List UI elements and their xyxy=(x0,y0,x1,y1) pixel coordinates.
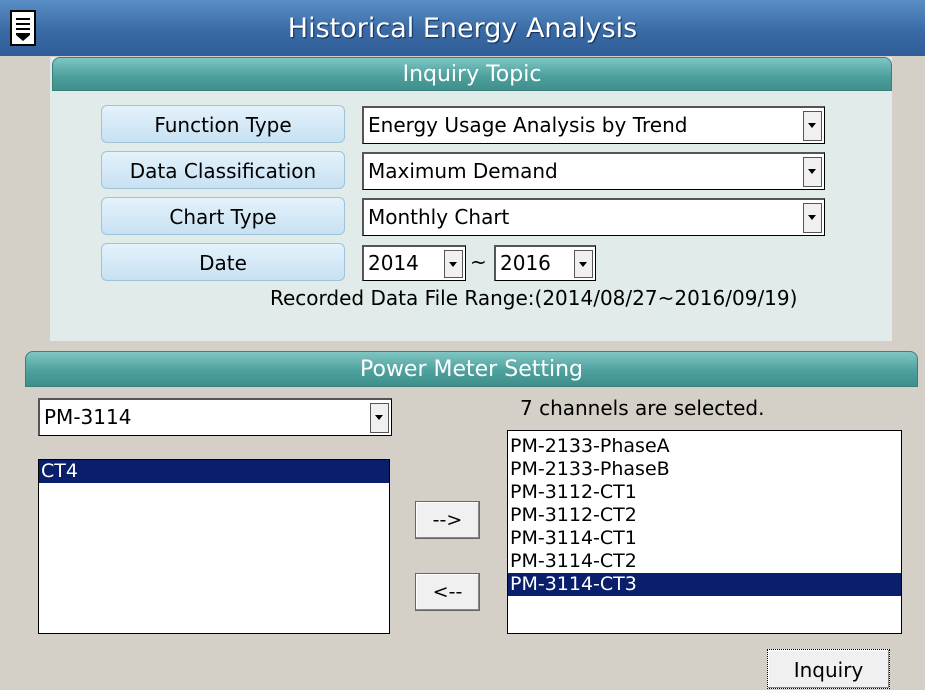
chart-type-value: Monthly Chart xyxy=(368,205,510,229)
selected-count-text: 7 channels are selected. xyxy=(520,396,765,420)
list-item[interactable]: PM-2133-PhaseB xyxy=(508,458,901,481)
list-item[interactable]: PM-3112-CT1 xyxy=(508,481,901,504)
power-meter-select[interactable]: PM-3114 xyxy=(38,398,392,436)
chevron-down-icon[interactable] xyxy=(574,250,593,278)
add-channel-button[interactable]: --> xyxy=(415,501,480,539)
menu-icon[interactable] xyxy=(10,10,36,46)
chevron-down-icon[interactable] xyxy=(803,203,822,233)
date-to-value: 2016 xyxy=(500,251,551,275)
list-item[interactable]: PM-2133-PhaseA xyxy=(508,435,901,458)
chart-type-label: Chart Type xyxy=(101,197,345,235)
function-type-select[interactable]: Energy Usage Analysis by Trend xyxy=(362,106,825,144)
page-title: Historical Energy Analysis xyxy=(287,13,638,44)
list-item[interactable]: CT4 xyxy=(39,460,389,483)
list-item[interactable]: PM-3114-CT2 xyxy=(508,550,901,573)
date-to-select[interactable]: 2016 xyxy=(494,245,596,281)
power-meter-value: PM-3114 xyxy=(44,405,132,429)
data-classification-select[interactable]: Maximum Demand xyxy=(362,152,825,190)
date-label: Date xyxy=(101,243,345,281)
list-item[interactable]: PM-3112-CT2 xyxy=(508,504,901,527)
recorded-data-range: Recorded Data File Range:(2014/08/27~201… xyxy=(270,286,798,310)
function-type-value: Energy Usage Analysis by Trend xyxy=(368,113,688,137)
power-meter-header: Power Meter Setting xyxy=(25,351,918,387)
title-bar: Historical Energy Analysis xyxy=(0,0,925,56)
remove-channel-button[interactable]: <-- xyxy=(415,573,480,611)
chevron-down-icon[interactable] xyxy=(444,250,463,278)
list-item[interactable]: PM-3114-CT3 xyxy=(508,573,901,596)
date-from-value: 2014 xyxy=(368,251,419,275)
inquiry-button[interactable]: Inquiry xyxy=(767,649,890,689)
available-channels-list[interactable]: CT4 xyxy=(38,459,390,634)
function-type-label: Function Type xyxy=(101,105,345,143)
data-classification-value: Maximum Demand xyxy=(368,159,558,183)
chevron-down-icon[interactable] xyxy=(370,403,389,433)
chart-type-select[interactable]: Monthly Chart xyxy=(362,198,825,236)
list-item[interactable]: PM-3114-CT1 xyxy=(508,527,901,550)
date-from-select[interactable]: 2014 xyxy=(362,245,466,281)
inquiry-topic-header: Inquiry Topic xyxy=(52,57,892,91)
selected-channels-list[interactable]: PM-2133-PhaseA PM-2133-PhaseB PM-3112-CT1 P… xyxy=(507,430,902,634)
chevron-down-icon[interactable] xyxy=(803,157,822,187)
data-classification-label: Data Classification xyxy=(101,151,345,189)
date-separator: ~ xyxy=(470,250,487,274)
chevron-down-icon[interactable] xyxy=(803,111,822,141)
